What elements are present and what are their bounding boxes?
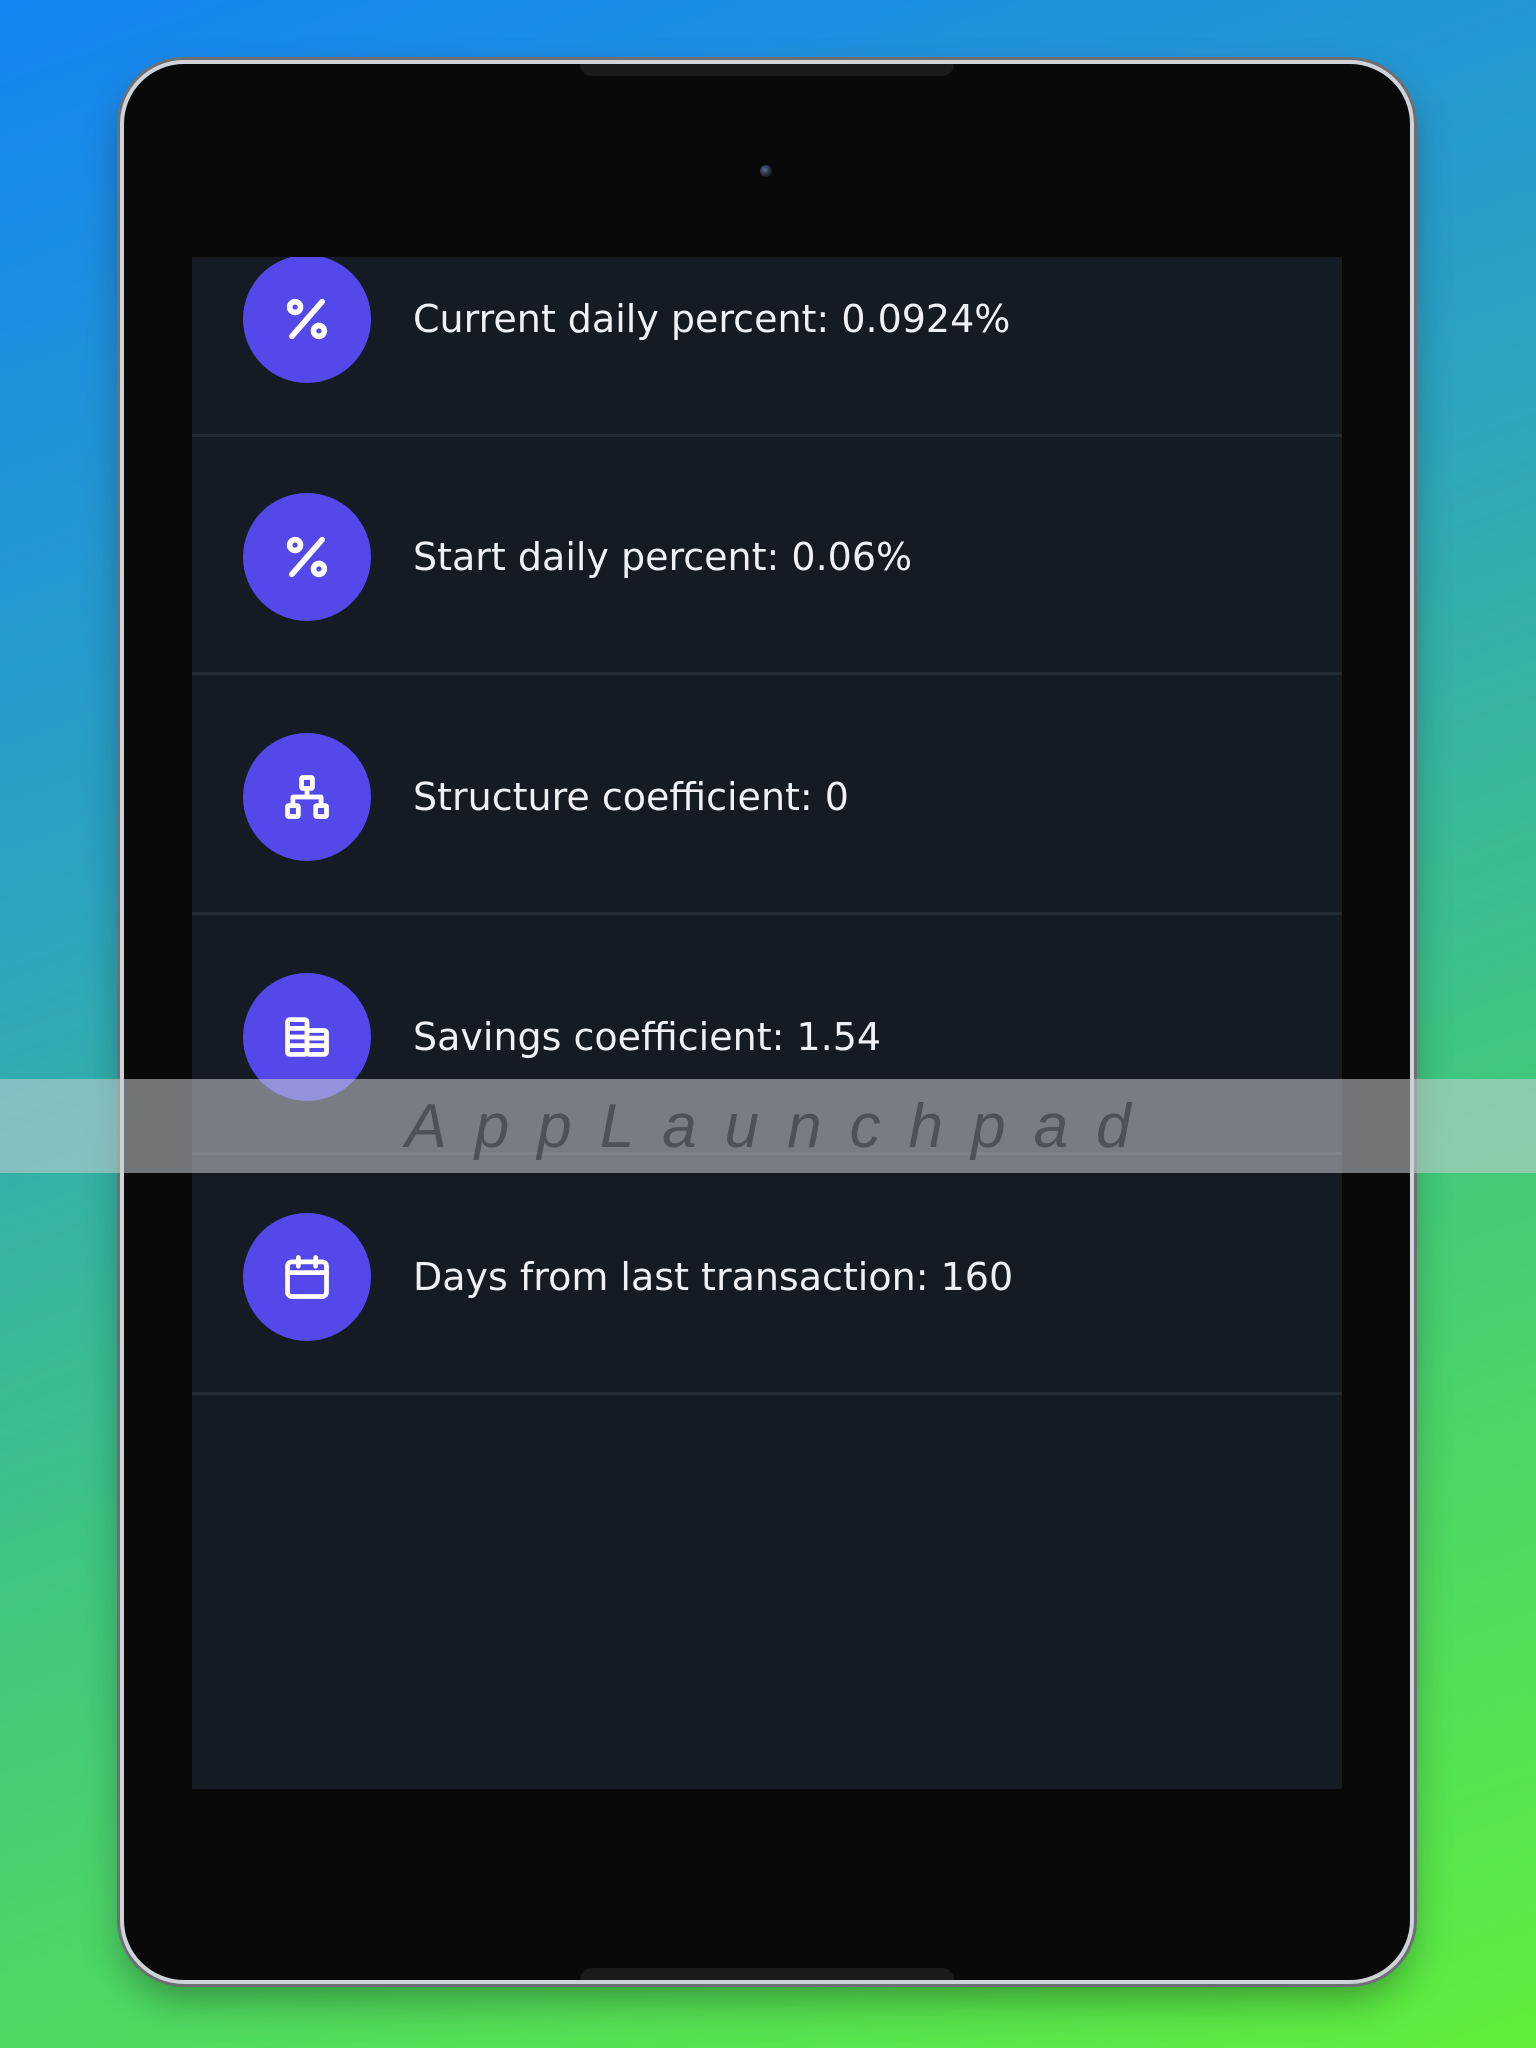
calendar-icon bbox=[243, 1213, 371, 1341]
percent-icon bbox=[243, 493, 371, 621]
list-item-label: Days from last transaction: 160 bbox=[413, 1255, 1014, 1299]
list-item-structure-coefficient[interactable]: Structure coefficient: 0 bbox=[192, 677, 1342, 915]
list-item-days-from-last-transaction[interactable]: Days from last transaction: 160 bbox=[192, 1157, 1342, 1395]
tablet-top-bezel-notch bbox=[580, 64, 954, 76]
list-item-label: Current daily percent: 0.0924% bbox=[413, 297, 1011, 341]
list-item-label: Savings coefficient: 1.54 bbox=[413, 1015, 882, 1059]
front-camera bbox=[760, 165, 772, 177]
list-item-current-daily-percent[interactable]: Current daily percent: 0.0924% bbox=[192, 257, 1342, 437]
watermark-banner: AppLaunchpad bbox=[0, 1079, 1536, 1173]
list-item-label: Start daily percent: 0.06% bbox=[413, 535, 913, 579]
watermark-text: AppLaunchpad bbox=[405, 1091, 1159, 1161]
app-screen: Current daily percent: 0.0924% Start dai… bbox=[192, 257, 1342, 1789]
list-item-label: Structure coefficient: 0 bbox=[413, 775, 849, 819]
list-item-start-daily-percent[interactable]: Start daily percent: 0.06% bbox=[192, 437, 1342, 675]
tablet-device-frame: Current daily percent: 0.0924% Start dai… bbox=[124, 64, 1410, 1980]
percent-icon bbox=[243, 257, 371, 383]
tablet-bottom-bezel-notch bbox=[580, 1968, 954, 1980]
hierarchy-icon bbox=[243, 733, 371, 861]
